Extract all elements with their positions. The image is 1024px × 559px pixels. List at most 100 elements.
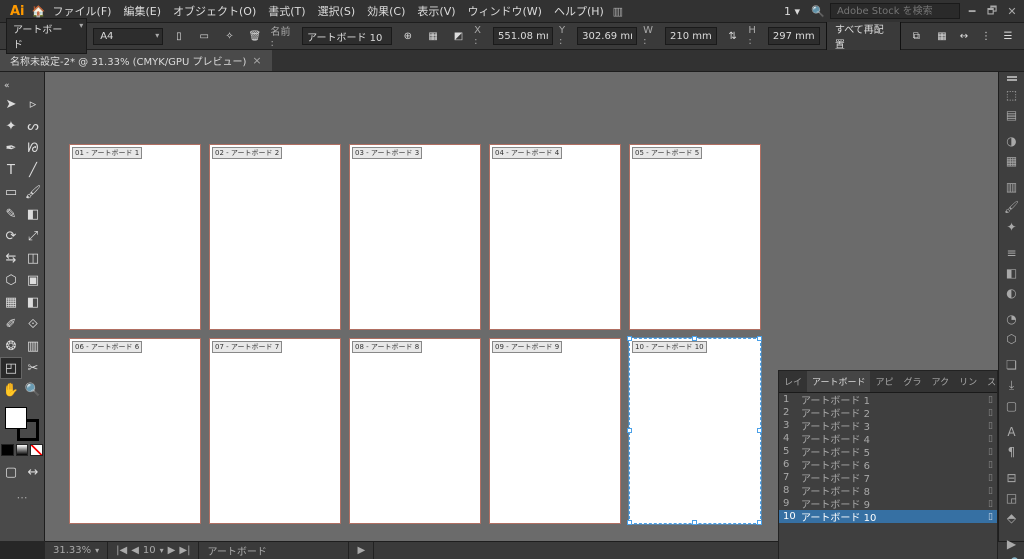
- artboard-list-item[interactable]: 10アートボード 10▯: [779, 510, 997, 523]
- artboard-06[interactable]: 06 - アートボード 6: [69, 338, 201, 524]
- resize-handle[interactable]: [627, 520, 632, 525]
- artboard-05[interactable]: 05 - アートボード 5: [629, 144, 761, 330]
- artboard-settings-icon[interactable]: ⧉: [907, 26, 926, 46]
- panel-tab[interactable]: スウ: [982, 371, 997, 392]
- transform-icon[interactable]: ↔: [954, 26, 974, 46]
- transparency-panel-icon[interactable]: ◐: [1002, 286, 1022, 300]
- actions-panel-icon[interactable]: ▶: [1002, 537, 1022, 551]
- brushes-panel-icon[interactable]: 🖌: [1002, 200, 1022, 214]
- artboard-list-orient-icon[interactable]: ▯: [979, 473, 993, 483]
- artboard-list-orient-icon[interactable]: ▯: [979, 460, 993, 470]
- tool-mode-dropdown[interactable]: アートボード: [6, 18, 87, 54]
- menu-view[interactable]: 表示(V): [411, 0, 461, 22]
- appearance-panel-icon[interactable]: ◔: [1002, 312, 1022, 326]
- character-panel-icon[interactable]: A: [1002, 425, 1022, 439]
- artboard-07[interactable]: 07 - アートボード 7: [209, 338, 341, 524]
- h-input[interactable]: [768, 27, 820, 45]
- resize-handle[interactable]: [757, 336, 762, 341]
- paragraph-panel-icon[interactable]: ¶: [1002, 445, 1022, 459]
- menu-select[interactable]: 選択(S): [312, 0, 362, 22]
- rotate-tool[interactable]: ⟳: [0, 225, 22, 247]
- resize-handle[interactable]: [757, 520, 762, 525]
- resize-handle[interactable]: [757, 428, 762, 433]
- menu-effect[interactable]: 効果(C): [361, 0, 411, 22]
- artboard-list-orient-icon[interactable]: ▯: [979, 408, 993, 418]
- artboard-10[interactable]: 10 - アートボード 10: [629, 338, 761, 524]
- artboard-02[interactable]: 02 - アートボード 2: [209, 144, 341, 330]
- artboard-04[interactable]: 04 - アートボード 4: [489, 144, 621, 330]
- mesh-tool[interactable]: ▦: [0, 291, 22, 313]
- artboard-list-orient-icon[interactable]: ▯: [979, 486, 993, 496]
- scale-tool[interactable]: ⤢: [22, 225, 44, 247]
- paintbrush-tool[interactable]: 🖌: [22, 181, 44, 203]
- artboard-name-input[interactable]: [302, 27, 392, 45]
- eyedropper-tool[interactable]: ✐: [0, 313, 22, 335]
- shaper-tool[interactable]: ✎: [0, 203, 22, 225]
- align-icon[interactable]: ▦: [932, 26, 952, 46]
- layers-panel-icon[interactable]: ❏: [1002, 358, 1022, 372]
- workspace-switcher[interactable]: 1 ▾: [778, 5, 806, 18]
- menu-window[interactable]: ウィンドウ(W): [462, 0, 548, 22]
- screen-mode-toggle[interactable]: ↔: [22, 461, 44, 483]
- magic-wand-tool[interactable]: ✦: [0, 115, 22, 137]
- x-input[interactable]: [493, 27, 553, 45]
- artboard-list-orient-icon[interactable]: ▯: [979, 447, 993, 457]
- nav-first-icon[interactable]: |◀: [116, 545, 127, 556]
- artboard-03[interactable]: 03 - アートボード 3: [349, 144, 481, 330]
- line-tool[interactable]: ╱: [22, 159, 44, 181]
- stroke-panel-icon[interactable]: ≡: [1002, 246, 1022, 260]
- color-mode-none[interactable]: [30, 444, 43, 456]
- pathfinder-panel-icon[interactable]: ⬘: [1002, 511, 1022, 525]
- new-artboard-icon[interactable]: ✧: [220, 26, 239, 46]
- artboards-panel-icon[interactable]: ▢: [1002, 399, 1022, 413]
- align-panel-icon[interactable]: ⊟: [1002, 471, 1022, 485]
- move-artwork-toggle-icon[interactable]: ⊕: [398, 26, 417, 46]
- direct-selection-tool[interactable]: ▹: [22, 93, 44, 115]
- orientation-portrait-icon[interactable]: ▯: [169, 26, 188, 46]
- artboard-tool[interactable]: ◰: [0, 357, 22, 379]
- rearrange-all-button[interactable]: すべて再配置: [826, 18, 901, 54]
- column-graph-tool[interactable]: ▥: [22, 335, 44, 357]
- rectangle-tool[interactable]: ▭: [0, 181, 22, 203]
- zoom-cell[interactable]: 31.33%▾: [45, 542, 108, 559]
- selection-tool[interactable]: ➤: [0, 93, 22, 115]
- zoom-tool[interactable]: 🔍: [22, 379, 44, 401]
- pen-tool[interactable]: ✒: [0, 137, 22, 159]
- menu-extra-icon[interactable]: ▥: [610, 3, 626, 19]
- status-play-icon[interactable]: ▶: [349, 542, 374, 559]
- eraser-tool[interactable]: ◧: [22, 203, 44, 225]
- libraries-panel-icon[interactable]: ▤: [1002, 108, 1022, 122]
- w-input[interactable]: [665, 27, 717, 45]
- color-mode-gradient[interactable]: [16, 444, 29, 456]
- nav-prev-icon[interactable]: ◀: [131, 545, 139, 556]
- edit-toolbar-icon[interactable]: ⋯: [14, 489, 30, 505]
- adobe-stock-search[interactable]: [830, 3, 960, 19]
- symbols-panel-icon[interactable]: ✦: [1002, 220, 1022, 234]
- graphic-styles-panel-icon[interactable]: ⬡: [1002, 332, 1022, 346]
- menu-help[interactable]: ヘルプ(H): [548, 0, 610, 22]
- properties-panel-icon[interactable]: ⬚: [1002, 88, 1022, 102]
- window-min-icon[interactable]: ━: [966, 5, 978, 17]
- close-tab-icon[interactable]: ×: [252, 54, 261, 67]
- toolbox-collapse-icon[interactable]: «: [0, 76, 14, 93]
- width-tool[interactable]: ⇆: [0, 247, 22, 269]
- document-setup-icon[interactable]: ⋮: [976, 26, 996, 46]
- free-transform-tool[interactable]: ◫: [22, 247, 44, 269]
- artboard-options-icon[interactable]: ▦: [423, 26, 442, 46]
- artboard-list-orient-icon[interactable]: ▯: [979, 421, 993, 431]
- delete-artboard-icon[interactable]: 🗑: [245, 26, 264, 46]
- panel-tab[interactable]: グラ: [899, 371, 927, 392]
- constrain-wh-icon[interactable]: ⇅: [723, 26, 742, 46]
- color-panel-icon[interactable]: ◑: [1002, 134, 1022, 148]
- color-guide-panel-icon[interactable]: ▦: [1002, 154, 1022, 168]
- panel-tab[interactable]: アク: [927, 371, 955, 392]
- window-close-icon[interactable]: ✕: [1006, 5, 1018, 17]
- nav-last-icon[interactable]: ▶|: [179, 545, 190, 556]
- menu-object[interactable]: オブジェクト(O): [167, 0, 262, 22]
- panel-tab[interactable]: レイ: [779, 371, 807, 392]
- menu-edit[interactable]: 編集(E): [117, 0, 167, 22]
- gradient-tool[interactable]: ◧: [22, 291, 44, 313]
- swatches-panel-icon[interactable]: ▥: [1002, 180, 1022, 194]
- asset-export-panel-icon[interactable]: ⤓: [1002, 378, 1022, 393]
- curvature-tool[interactable]: ᘙ: [22, 137, 44, 159]
